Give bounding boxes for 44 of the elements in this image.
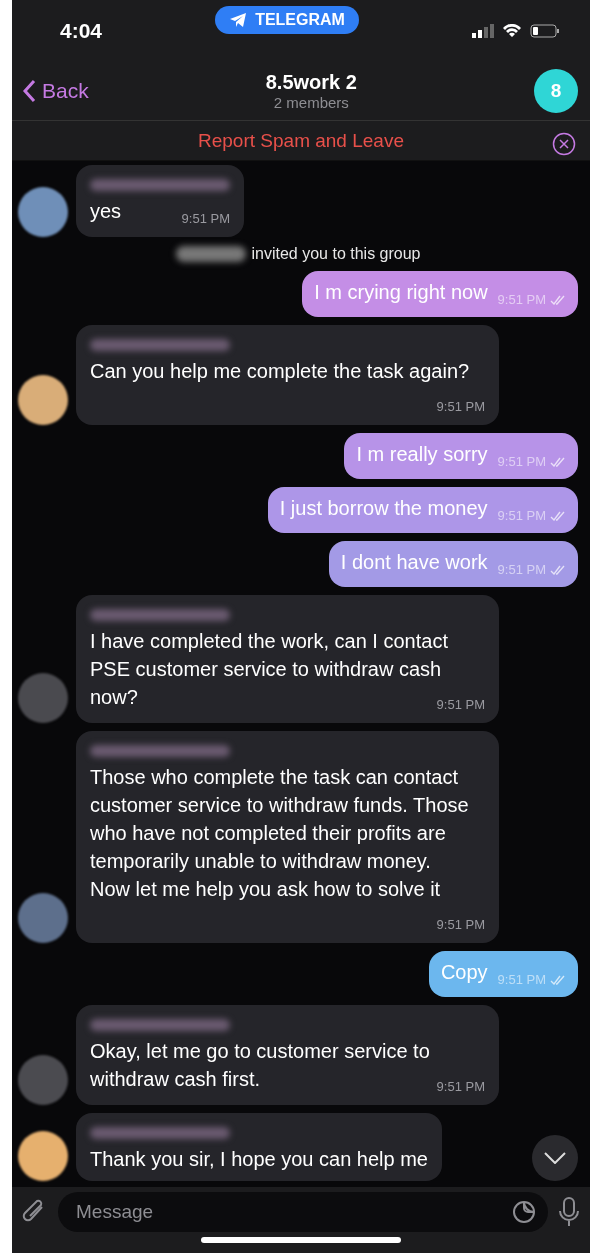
chevron-down-icon [544,1152,566,1165]
double-check-icon [550,457,566,468]
outgoing-message[interactable]: I m really sorry 9:51 PM [344,433,578,480]
chevron-left-icon [22,78,36,103]
incoming-message[interactable]: yes 9:51 PM [76,165,244,238]
sticker-icon[interactable] [512,1200,536,1225]
message-field[interactable]: Message [58,1192,548,1233]
outgoing-message[interactable]: I just borrow the money 9:51 PM [267,487,578,534]
avatar[interactable] [18,375,68,426]
microphone-icon[interactable] [558,1197,580,1228]
outgoing-message[interactable]: I m crying right now 9:51 PM [302,271,578,318]
message-time: 9:51 PM [497,286,566,315]
message-time: 9:51 PM [497,966,566,995]
wifi-icon [502,23,522,38]
avatar[interactable] [18,187,68,238]
message-time: 9:51 PM [436,1078,485,1097]
report-spam-link[interactable]: Report Spam and Leave [192,128,410,153]
incoming-message[interactable]: I have completed the work, can I contact PSE customer service to withdraw cash now? 9:51 PM [76,595,499,724]
back-button[interactable]: Back [22,78,89,103]
incoming-message[interactable]: Okay, let me go to customer service to withdraw cash first. 9:51 PM [76,1005,499,1106]
message-time: 9:51 PM [436,398,485,417]
battery-icon [530,23,560,38]
close-button[interactable] [552,131,576,156]
incoming-message[interactable]: Those who complete the task can contact customer service to withdraw funds. Those who have not completed their profits are temporarily unable to withdraw money. Now let me help you ask how to solve it 9:51 PM [76,731,499,944]
app-pill[interactable]: TELEGRAM [215,5,359,34]
signal-icon [472,23,494,38]
double-check-icon [550,975,566,986]
incoming-message[interactable]: Can you help me complete the task again? 9:51 PM [76,325,499,426]
message-time: 9:51 PM [497,502,566,531]
message-time: 9:51 PM [181,210,230,229]
double-check-icon [550,511,566,522]
message-time: 9:51 PM [436,916,485,935]
blurred-name [175,246,246,263]
double-check-icon [550,295,566,306]
message-time: 9:51 PM [436,696,485,715]
service-message: invited you to this group [251,245,421,264]
avatar[interactable] [18,1131,68,1182]
paper-plane-icon [229,11,248,28]
chat-title: 8.5work 2 [265,70,357,94]
double-check-icon [550,565,566,576]
status-time: 4:04 [60,18,103,43]
incoming-message[interactable]: Thank you sir, I hope you can help me [76,1113,442,1182]
member-count: 2 members [273,93,349,111]
message-time: 9:51 PM [497,448,566,477]
